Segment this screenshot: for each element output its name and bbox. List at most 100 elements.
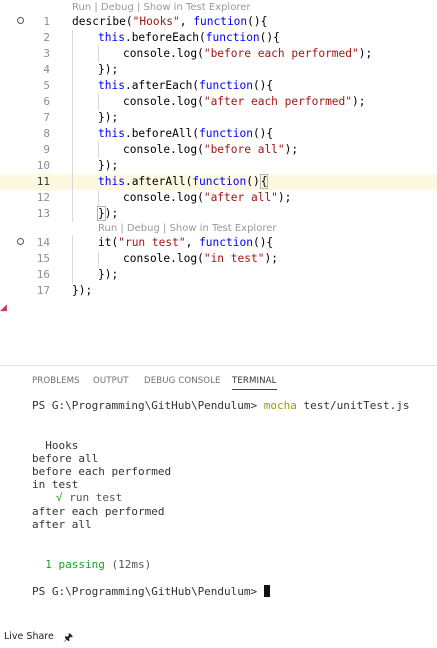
terminal-line: after each performed	[32, 505, 165, 518]
code-line-5[interactable]: 5 this.afterEach(function(){	[0, 78, 437, 94]
terminal-line: in test	[32, 478, 79, 491]
indent-guide	[72, 46, 73, 62]
code-text: console.log("after all");	[123, 191, 292, 204]
code-line-3[interactable]: 3 console.log("before each performed");	[0, 46, 437, 62]
code-text: describe("Hooks", function(){	[72, 15, 268, 28]
line-number: 8	[43, 127, 50, 140]
code-line-4[interactable]: 4 });	[0, 62, 437, 78]
indent-guide	[72, 142, 73, 158]
indent-guide	[72, 30, 73, 46]
tab-output[interactable]: OUTPUT	[93, 374, 129, 388]
line-number: 1	[43, 15, 50, 28]
code-text: });	[98, 111, 119, 124]
code-line-1[interactable]: 1 describe("Hooks", function(){	[0, 14, 437, 30]
code-line-8[interactable]: 8 this.beforeAll(function(){	[0, 126, 437, 142]
code-text: });	[97, 206, 119, 221]
status-bar: Live Share 🖈	[0, 628, 437, 646]
line-number: 11	[36, 175, 50, 188]
line-number: 12	[36, 191, 50, 204]
terminal-suite: Hooks	[32, 439, 79, 452]
terminal-prompt: PS G:\Programming\GitHub\Pendulum>	[32, 585, 264, 598]
bracket-match: }	[97, 206, 106, 221]
code-text: console.log("in test");	[123, 252, 278, 265]
line-number: 16	[36, 268, 50, 281]
indent-guide	[98, 190, 99, 206]
code-line-9[interactable]: 9 console.log("before all");	[0, 142, 437, 158]
code-line-11-current[interactable]: 11 this.afterAll(function(){	[0, 174, 437, 190]
code-text: this.beforeEach(function(){	[98, 31, 280, 44]
code-text: this.beforeAll(function(){	[98, 127, 274, 140]
code-line-7[interactable]: 7 });	[0, 110, 437, 126]
line-number: 15	[36, 252, 50, 265]
code-line-16[interactable]: 16 });	[0, 267, 437, 283]
code-line-2[interactable]: 2 this.beforeEach(function(){	[0, 30, 437, 46]
line-number: 17	[36, 284, 50, 297]
indent-guide	[72, 251, 73, 267]
terminal-test-result: √ run test	[56, 491, 123, 504]
code-line-6[interactable]: 6 console.log("after each performed");	[0, 94, 437, 110]
codelens-it[interactable]: Run | Debug | Show in Test Explorer	[98, 223, 276, 235]
codelens-describe[interactable]: Run | Debug | Show in Test Explorer	[72, 2, 250, 14]
code-text: console.log("after each performed");	[123, 95, 366, 108]
indent-guide	[72, 190, 73, 206]
indent-guide	[98, 46, 99, 62]
panel-tabs: PROBLEMS OUTPUT DEBUG CONSOLE TERMINAL	[0, 374, 437, 394]
indent-guide	[72, 267, 73, 283]
indent-guide	[98, 251, 99, 267]
code-text: console.log("before all");	[123, 143, 299, 156]
line-number: 6	[43, 95, 50, 108]
line-number: 5	[43, 79, 50, 92]
tab-terminal[interactable]: TERMINAL	[232, 374, 277, 390]
pin-icon[interactable]: 🖈	[63, 629, 73, 648]
line-number: 4	[43, 63, 50, 76]
code-text: });	[72, 284, 93, 297]
terminal-prompt: PS G:\Programming\GitHub\Pendulum>	[32, 399, 264, 412]
live-share-button[interactable]: Live Share	[4, 631, 54, 642]
line-number: 10	[36, 159, 50, 172]
code-text: });	[98, 268, 119, 281]
terminal-line: PS G:\Programming\GitHub\Pendulum> mocha…	[32, 399, 410, 412]
line-number: 9	[43, 143, 50, 156]
line-number: 2	[43, 31, 50, 44]
terminal-line: PS G:\Programming\GitHub\Pendulum>	[32, 585, 270, 598]
line-number: 3	[43, 47, 50, 60]
terminal-summary: 1 passing (12ms)	[32, 558, 152, 571]
code-line-15[interactable]: 15 console.log("in test");	[0, 251, 437, 267]
indent-guide	[72, 235, 73, 251]
code-line-12[interactable]: 12 console.log("after all");	[0, 190, 437, 206]
indent-guide	[72, 206, 73, 222]
panel-divider[interactable]	[0, 365, 437, 366]
tab-problems[interactable]: PROBLEMS	[32, 374, 80, 388]
bracket-match: {	[259, 174, 269, 189]
terminal-cursor	[263, 585, 270, 597]
terminal-line: after all	[32, 518, 92, 531]
indent-guide	[72, 62, 73, 78]
terminal-line: before all	[32, 452, 99, 465]
code-line-17[interactable]: 17 });	[0, 283, 437, 299]
indent-guide	[72, 158, 73, 174]
terminal-line: before each performed	[32, 465, 172, 478]
code-text: });	[98, 63, 119, 76]
code-text: console.log("before each performed");	[123, 47, 373, 60]
terminal-command: mocha	[263, 399, 297, 412]
check-icon: √	[56, 491, 63, 504]
line-number: 14	[36, 236, 50, 249]
code-text: this.afterEach(function(){	[98, 79, 274, 92]
indent-guide	[72, 174, 73, 190]
line-number: 7	[43, 111, 50, 124]
indent-guide	[72, 126, 73, 142]
terminal-args: test/unitTest.js	[296, 399, 410, 412]
indent-guide	[98, 142, 99, 158]
indent-guide	[72, 78, 73, 94]
code-line-14[interactable]: 14 it("run test", function(){	[0, 235, 437, 251]
line-number: 13	[36, 207, 50, 220]
indent-guide	[72, 94, 73, 110]
code-line-10[interactable]: 10 });	[0, 158, 437, 174]
code-text: it("run test", function(){	[98, 236, 274, 249]
code-text: this.afterAll(function(){	[98, 174, 269, 189]
tab-debug-console[interactable]: DEBUG CONSOLE	[144, 374, 221, 388]
code-editor[interactable]: Run | Debug | Show in Test Explorer 1 de…	[0, 0, 437, 300]
indent-guide	[72, 110, 73, 126]
code-line-13[interactable]: 13 });	[0, 206, 437, 222]
sash-marker-icon: ◢	[0, 303, 7, 313]
